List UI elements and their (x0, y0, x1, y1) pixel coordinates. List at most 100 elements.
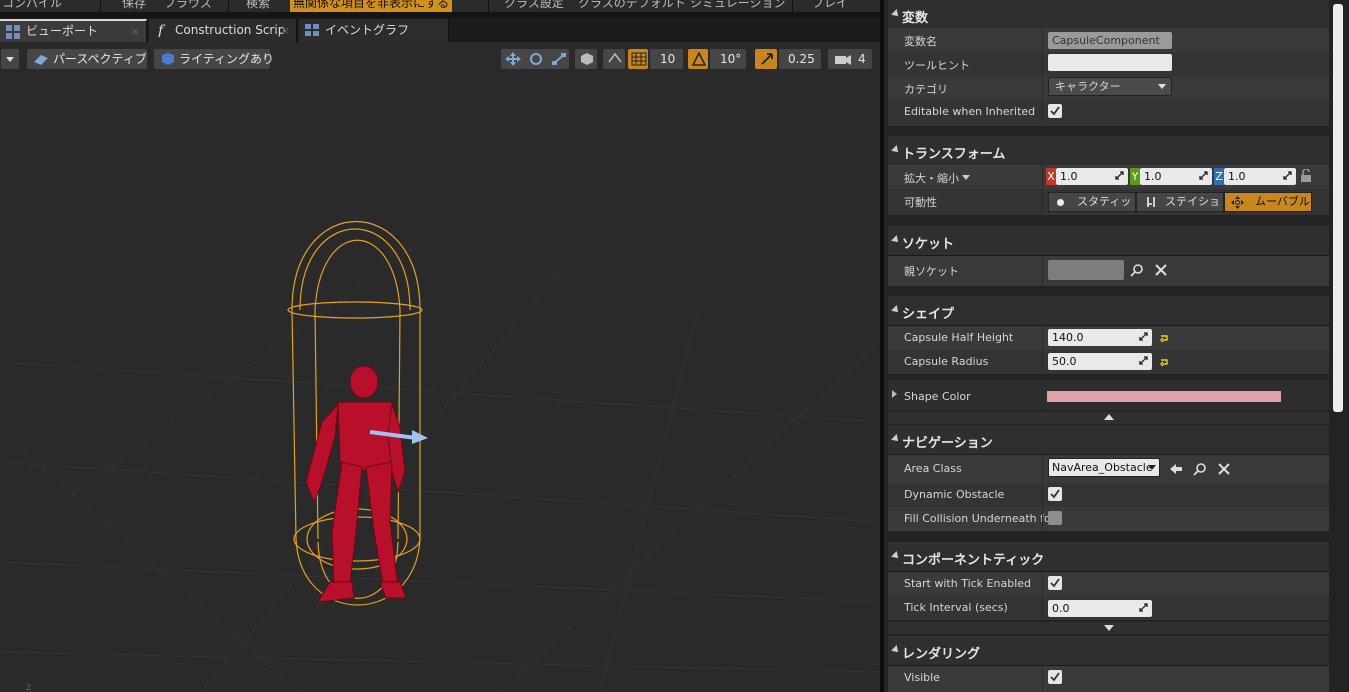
perspective-button[interactable]: パースペクティブ (26, 48, 148, 70)
area-class-value: NavArea_Obstacle (1052, 461, 1153, 474)
section-variable[interactable]: 変数 (888, 0, 1329, 30)
mobility-static-label: スタティック (1077, 195, 1133, 208)
move-tool-icon[interactable] (505, 52, 521, 66)
world-local-button[interactable] (574, 48, 598, 70)
section-navigation[interactable]: ナビゲーション (888, 425, 1329, 455)
category-dropdown[interactable]: キャラクター (1048, 77, 1172, 96)
expand-triangle-icon[interactable] (892, 390, 897, 398)
mobility-movable-button[interactable]: ムーバブル (1224, 192, 1312, 212)
search-icon[interactable] (1193, 462, 1207, 476)
capsule-radius-field[interactable]: 50.0 (1048, 353, 1152, 370)
fill-collision-checkbox[interactable] (1048, 511, 1062, 525)
hide-unrelated-button[interactable]: 無関係な項目を非表示にする (290, 0, 453, 12)
scale-z-field[interactable]: 1.0 (1224, 168, 1296, 185)
scale-mode-dropdown-icon[interactable] (962, 175, 970, 180)
tab-viewport[interactable]: ビューポート × (0, 19, 147, 42)
row-tick-interval: Tick Interval (secs) 0.0 (888, 596, 1329, 620)
parent-socket-field[interactable] (1048, 260, 1124, 280)
find-button[interactable]: 検索 (246, 0, 270, 12)
scale-y-field[interactable]: 1.0 (1140, 168, 1212, 185)
tab-label: Construction Scrip (175, 23, 286, 37)
section-title: レンダリング (902, 647, 981, 662)
camera-speed-button[interactable]: 4 (827, 48, 873, 70)
scale-snap-toggle[interactable] (754, 48, 778, 70)
scale-snap-value[interactable]: 0.25 (778, 48, 822, 70)
grid-snap-value[interactable]: 10 (649, 48, 684, 70)
mobility-static-button[interactable]: スタティック (1048, 192, 1136, 212)
row-label: ツールヒント (904, 59, 970, 72)
details-panel: 変数 変数名 CapsuleComponent ツールヒント カテゴリ キャラク… (884, 0, 1349, 692)
search-icon[interactable] (1130, 263, 1144, 277)
surface-snap-button[interactable] (602, 48, 626, 70)
use-selected-arrow-icon[interactable] (1169, 462, 1183, 476)
column-separator (1042, 52, 1043, 76)
advanced-expander[interactable] (888, 412, 1329, 424)
dynamic-obstacle-checkbox[interactable] (1048, 487, 1062, 501)
section-rendering[interactable]: レンダリング (888, 636, 1329, 666)
variable-name-field[interactable]: CapsuleComponent (1048, 32, 1172, 49)
row-label: Dynamic Obstacle (904, 488, 1005, 501)
clear-icon[interactable] (1154, 263, 1168, 277)
rotate-tool-icon[interactable] (528, 52, 544, 66)
mobility-stationary-button[interactable]: ステイショナリ (1136, 192, 1224, 212)
drag-handle-icon (1139, 603, 1148, 612)
row-label: 親ソケット (904, 265, 959, 278)
tab-event-graph[interactable]: イベントグラフ (299, 19, 449, 42)
column-separator (1042, 165, 1043, 189)
section-transform[interactable]: トランスフォーム (888, 136, 1329, 166)
clear-icon[interactable] (1217, 462, 1231, 476)
visible-checkbox[interactable] (1048, 670, 1062, 684)
start-tick-checkbox[interactable] (1048, 576, 1062, 590)
play-button[interactable]: プレイ (812, 0, 848, 12)
area-class-dropdown[interactable]: NavArea_Obstacle (1048, 458, 1160, 477)
rotation-snap-toggle[interactable] (687, 48, 709, 70)
class-settings-button[interactable]: クラス設定 (504, 0, 564, 12)
editable-inherited-checkbox[interactable] (1048, 104, 1062, 118)
row-start-tick: Start with Tick Enabled (888, 572, 1329, 596)
details-scrollbar[interactable] (1333, 4, 1343, 412)
row-scale: 拡大・縮小 X 1.0 Y 1.0 Z 1.0 (888, 165, 1329, 189)
section-title: ソケット (902, 237, 955, 252)
section-sockets[interactable]: ソケット (888, 226, 1329, 256)
save-button[interactable]: 保存 (122, 0, 146, 12)
reset-to-default-icon[interactable] (1159, 357, 1169, 367)
viewport[interactable]: z パースペクティブ ライティングあり 10 10° 0.25 4 (0, 42, 880, 692)
close-icon[interactable]: × (131, 21, 140, 42)
scale-x-field[interactable]: 1.0 (1056, 168, 1128, 185)
toolbar-menu: コンパイル 保存 ブラウズ 検索 無関係な項目を非表示にする クラス設定 クラス… (0, 0, 880, 12)
surface-snap-icon (608, 52, 622, 63)
collapse-triangle-icon (891, 235, 901, 245)
lighting-button[interactable]: ライティングあり (153, 48, 274, 70)
rotation-snap-value[interactable]: 10° (709, 48, 747, 70)
capsule-half-height-field[interactable]: 140.0 (1048, 329, 1152, 346)
lock-icon[interactable] (1300, 169, 1312, 183)
row-label: Editable when Inherited (904, 105, 1036, 118)
viewport-options-button[interactable] (0, 48, 20, 70)
class-defaults-button[interactable]: クラスのデフォルト (578, 0, 686, 12)
axis-letter: Z (1215, 170, 1223, 183)
advanced-expander[interactable] (888, 622, 1329, 634)
reset-to-default-icon[interactable] (1159, 333, 1169, 343)
checkmark-icon (1050, 489, 1060, 499)
chevron-down-icon (1148, 465, 1156, 470)
function-icon: f (157, 23, 166, 37)
tab-construction-script[interactable]: f Construction Scrip × (149, 19, 297, 42)
compile-button[interactable]: コンパイル (2, 0, 62, 12)
tick-interval-field[interactable]: 0.0 (1048, 600, 1152, 617)
column-separator (1042, 189, 1043, 215)
close-icon[interactable]: × (281, 19, 290, 42)
collapse-triangle-icon (891, 434, 901, 444)
rotation-snap-label: 10° (720, 52, 742, 66)
simulation-button[interactable]: シミュレーション (690, 0, 786, 12)
scale-tool-icon[interactable] (551, 52, 567, 66)
grid-snap-toggle[interactable] (627, 48, 649, 70)
scale-snap-label: 0.25 (788, 52, 815, 66)
tab-label: ビューポート (26, 24, 99, 38)
browse-button[interactable]: ブラウズ (164, 0, 212, 12)
tooltip-field[interactable] (1048, 54, 1172, 71)
grid-snap-label: 10 (660, 52, 676, 66)
shape-color-swatch[interactable] (1047, 391, 1281, 402)
section-component-tick[interactable]: コンポーネントティック (888, 542, 1329, 572)
checkmark-icon (1050, 672, 1060, 682)
section-shape[interactable]: シェイプ (888, 296, 1329, 326)
